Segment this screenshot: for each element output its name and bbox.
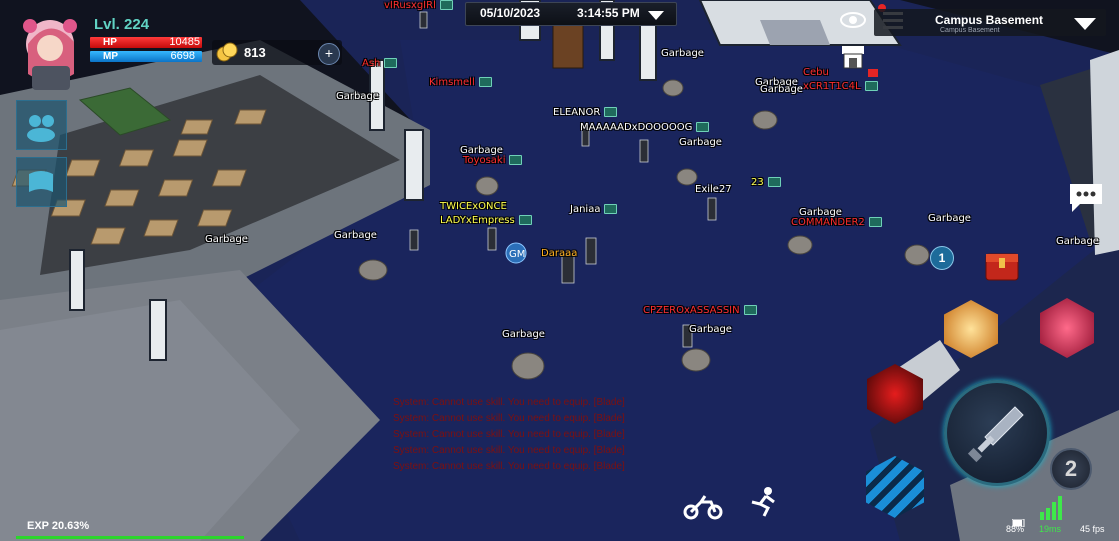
map-name: Campus Basement xyxy=(935,13,1044,27)
entity-name[interactable]: Kimsmell xyxy=(429,77,492,88)
scroll-icon xyxy=(29,171,53,192)
skill-page-button[interactable]: 2 xyxy=(1050,448,1092,490)
entity-name[interactable]: COMMANDER2 xyxy=(791,217,882,228)
entity-name[interactable]: Ash xyxy=(362,58,398,69)
entity-name[interactable]: Garbage xyxy=(928,213,971,224)
guild-icon xyxy=(384,58,398,68)
system-log-line: System: Cannot use skill. You need to eq… xyxy=(393,413,625,424)
fps-text: 45 fps xyxy=(1080,524,1105,534)
avatar[interactable] xyxy=(18,14,88,94)
guild-icon xyxy=(478,77,492,87)
guild-icon xyxy=(604,204,618,214)
entity-name[interactable]: xCR1T1C4L xyxy=(803,81,878,92)
entity-name[interactable]: Garbage xyxy=(1056,236,1099,247)
map-subtitle: Campus Basement xyxy=(940,27,1000,34)
guild-icon xyxy=(864,81,878,91)
guild-icon xyxy=(509,155,523,165)
map-chevron-down-icon[interactable] xyxy=(1072,16,1098,37)
guild-icon xyxy=(696,122,710,132)
guild-icon xyxy=(868,217,882,227)
attack-button[interactable] xyxy=(944,380,1050,486)
guild-icon xyxy=(767,177,781,187)
quest-badge[interactable]: 1 xyxy=(930,246,954,270)
entity-name[interactable]: Cebu xyxy=(803,67,829,78)
ping-text: 19ms xyxy=(1039,524,1062,534)
party-button[interactable] xyxy=(16,100,67,150)
chat-tab-button[interactable] xyxy=(16,157,67,207)
signal-icon xyxy=(1040,496,1066,525)
entity-name[interactable]: TWICExONCE xyxy=(440,201,507,212)
chest-icon[interactable] xyxy=(982,244,1022,289)
system-log-line: System: Cannot use skill. You need to eq… xyxy=(393,461,625,472)
time-text: 3:14:55 PM xyxy=(577,6,640,20)
entity-name[interactable]: Garbage xyxy=(689,324,732,335)
entity-name[interactable]: Janiaa xyxy=(570,204,618,215)
guild-icon xyxy=(518,215,532,225)
entity-name[interactable]: vIRusxgIRl xyxy=(384,0,453,11)
gold-coin-icon xyxy=(216,42,238,67)
sword-icon xyxy=(967,406,1024,463)
svg-text:GM: GM xyxy=(509,249,525,260)
player-level: Lvl. 224 xyxy=(94,16,150,33)
entity-name[interactable]: Garbage xyxy=(760,84,803,95)
hp-value: 10485 xyxy=(169,36,200,48)
entity-name[interactable]: Garbage xyxy=(661,48,704,59)
system-log-line: System: Cannot use skill. You need to eq… xyxy=(393,445,625,456)
entity-name[interactable]: Garbage xyxy=(502,329,545,340)
motorcycle-icon[interactable] xyxy=(683,492,723,525)
system-log-line: System: Cannot use skill. You need to eq… xyxy=(393,429,625,440)
entity-name[interactable]: Garbage xyxy=(336,91,379,102)
entity-name[interactable]: Daraaa xyxy=(541,248,577,259)
mp-value: 6698 xyxy=(170,50,195,62)
guild-icon xyxy=(604,107,618,117)
system-log-line: System: Cannot use skill. You need to eq… xyxy=(393,397,625,408)
add-gold-button[interactable]: + xyxy=(318,43,340,65)
party-icon xyxy=(27,115,55,142)
date-text: 05/10/2023 xyxy=(480,6,541,20)
shop-icon[interactable] xyxy=(840,44,866,77)
entity-name[interactable]: Garbage xyxy=(205,234,248,245)
entity-name[interactable]: LADYxEmpress xyxy=(440,215,532,226)
chevron-down-icon[interactable] xyxy=(646,8,666,26)
entity-name[interactable]: Garbage xyxy=(334,230,377,241)
chat-icon[interactable] xyxy=(1066,180,1106,219)
entity-name[interactable]: MAAAAADxDOOOOOG xyxy=(580,122,710,133)
hp-label: HP xyxy=(103,37,117,48)
gm-icon: GM xyxy=(504,242,528,269)
exp-bar xyxy=(16,536,244,539)
mp-label: MP xyxy=(103,51,118,62)
run-icon[interactable] xyxy=(748,486,778,523)
entity-name[interactable]: Toyosaki xyxy=(463,155,523,166)
exp-text: EXP 20.63% xyxy=(27,520,90,532)
door xyxy=(552,19,584,69)
entity-name[interactable]: CPZEROxASSASSIN xyxy=(643,305,757,316)
guild-icon xyxy=(743,305,757,315)
entity-name[interactable]: Exile27 xyxy=(695,184,732,195)
battery-text: 88% xyxy=(1006,524,1025,534)
entity-name[interactable]: Garbage xyxy=(679,137,722,148)
eye-icon[interactable] xyxy=(838,10,868,35)
guild-icon xyxy=(439,0,453,10)
gold-amount: 813 xyxy=(244,45,266,60)
entity-name[interactable]: ELEANOR xyxy=(553,107,618,118)
entity-name[interactable]: 23 xyxy=(751,177,781,188)
